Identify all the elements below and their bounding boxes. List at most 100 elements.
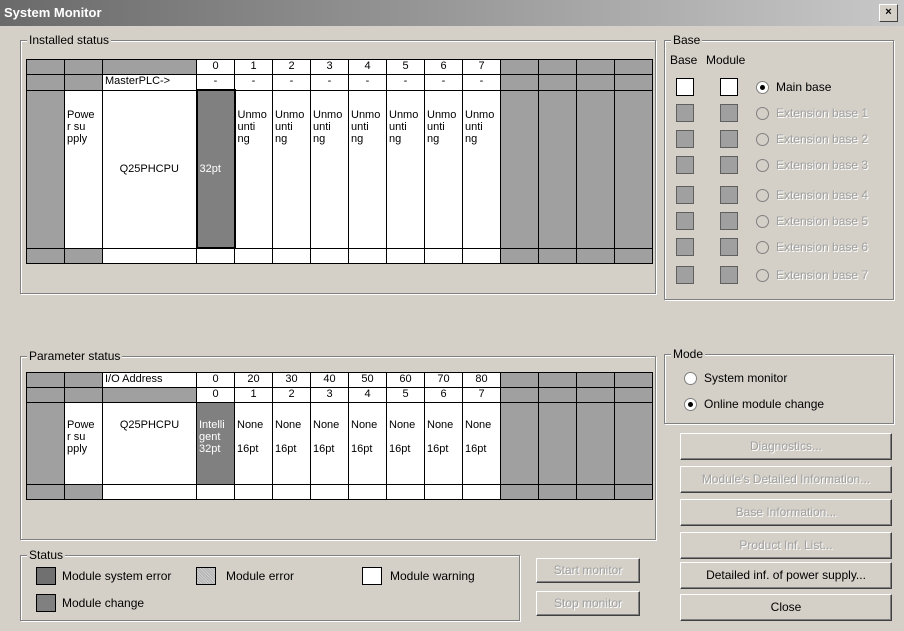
extension-base-2-radio[interactable] bbox=[756, 133, 769, 146]
mode-label: Mode bbox=[671, 347, 706, 361]
extension-base-4-radio[interactable] bbox=[756, 189, 769, 202]
base-indicator bbox=[676, 186, 694, 204]
slot-cell[interactable]: Unmo unti ng bbox=[386, 89, 425, 249]
module-detailed-information-button[interactable]: Module's Detailed Information... bbox=[680, 466, 892, 493]
extension-base-3-label: Extension base 3 bbox=[776, 158, 869, 172]
master-value: - bbox=[272, 74, 311, 91]
slot-header: 5 bbox=[386, 59, 425, 75]
extension-base-4-label: Extension base 4 bbox=[776, 188, 869, 202]
slot-cell[interactable]: Unmo unti ng bbox=[348, 89, 387, 249]
master-value: - bbox=[234, 74, 273, 91]
slot-points: 16pt bbox=[351, 443, 373, 455]
online-module-change-radio[interactable] bbox=[684, 398, 697, 411]
extension-base-1-radio[interactable] bbox=[756, 107, 769, 120]
base-indicator bbox=[676, 238, 694, 256]
module-system-error-swatch bbox=[36, 567, 56, 585]
module-change-label: Module change bbox=[62, 596, 145, 610]
close-icon[interactable]: × bbox=[879, 4, 898, 22]
module-system-error-label: Module system error bbox=[62, 569, 172, 583]
slot-type: None bbox=[275, 419, 302, 431]
module-indicator bbox=[720, 266, 738, 284]
io-address-value: 50 bbox=[348, 372, 387, 388]
main-base-radio[interactable] bbox=[756, 81, 769, 94]
base-information-button[interactable]: Base Information... bbox=[680, 499, 892, 526]
power-supply-cell[interactable]: Powe r su pply bbox=[64, 89, 103, 249]
slot-0-cell[interactable]: Intelli gent 32pt bbox=[196, 402, 235, 485]
slot-cell[interactable]: Unmo unti ng bbox=[424, 89, 463, 249]
status-group: Status bbox=[20, 548, 520, 621]
slot-cell[interactable]: None 16pt bbox=[424, 402, 463, 485]
close-button[interactable]: Close bbox=[680, 594, 892, 621]
diagnostics-button[interactable]: Diagnostics... bbox=[680, 433, 892, 460]
module-indicator bbox=[720, 238, 738, 256]
master-value: - bbox=[424, 74, 463, 91]
slot-cell[interactable]: Unmo unti ng bbox=[310, 89, 349, 249]
cpu-cell[interactable]: Q25PHCPU bbox=[102, 402, 197, 485]
slot-cell[interactable]: None 16pt bbox=[234, 402, 273, 485]
module-indicator bbox=[720, 186, 738, 204]
slot-header: 0 bbox=[196, 59, 235, 75]
extension-base-5-radio[interactable] bbox=[756, 215, 769, 228]
product-inf-list-button[interactable]: Product Inf. List... bbox=[680, 532, 892, 559]
slot-number: 2 bbox=[272, 387, 311, 403]
module-error-label: Module error bbox=[226, 569, 295, 583]
stop-monitor-button[interactable]: Stop monitor bbox=[536, 591, 640, 616]
installed-status-label: Installed status bbox=[27, 33, 112, 47]
io-address-label: I/O Address bbox=[102, 372, 197, 388]
slot-header: 4 bbox=[348, 59, 387, 75]
module-change-swatch bbox=[36, 594, 56, 612]
installed-status-table: 0 1 2 3 4 5 6 7 MasterPLC-> - - - - - - … bbox=[26, 59, 653, 264]
start-monitor-button[interactable]: Start monitor bbox=[536, 558, 640, 583]
slot-number: 6 bbox=[424, 387, 463, 403]
extension-base-3-radio[interactable] bbox=[756, 159, 769, 172]
master-value: - bbox=[348, 74, 387, 91]
module-indicator bbox=[720, 104, 738, 122]
parameter-status-table: I/O Address 0 20 30 40 50 60 70 80 0 1 2… bbox=[26, 372, 653, 500]
slot-0-cell[interactable]: 32pt bbox=[195, 89, 236, 249]
slot-cell[interactable]: Unmo unti ng bbox=[234, 89, 273, 249]
slot-number: 1 bbox=[234, 387, 273, 403]
slot-points: 16pt bbox=[313, 443, 335, 455]
master-plc-label: MasterPLC-> bbox=[102, 74, 197, 91]
power-supply-cell[interactable]: Powe r su pply bbox=[64, 402, 103, 485]
slot-header: 6 bbox=[424, 59, 463, 75]
online-module-change-label: Online module change bbox=[704, 397, 825, 411]
extension-base-6-radio[interactable] bbox=[756, 241, 769, 254]
module-column-label: Module bbox=[706, 53, 746, 67]
extension-base-5-label: Extension base 5 bbox=[776, 214, 869, 228]
extension-base-2-label: Extension base 2 bbox=[776, 132, 869, 146]
slot-cell[interactable]: None 16pt bbox=[348, 402, 387, 485]
slot-cell[interactable]: Unmo unti ng bbox=[272, 89, 311, 249]
slot-cell[interactable]: None 16pt bbox=[272, 402, 311, 485]
main-base-label: Main base bbox=[776, 80, 832, 94]
master-value: - bbox=[462, 74, 501, 91]
io-address-value: 30 bbox=[272, 372, 311, 388]
io-address-value: 70 bbox=[424, 372, 463, 388]
system-monitor-label: System monitor bbox=[704, 371, 788, 385]
extension-base-7-label: Extension base 7 bbox=[776, 268, 869, 282]
slot-points: 16pt bbox=[275, 443, 297, 455]
slot-number: 4 bbox=[348, 387, 387, 403]
io-address-value: 60 bbox=[386, 372, 425, 388]
detailed-inf-power-supply-button[interactable]: Detailed inf. of power supply... bbox=[680, 562, 892, 589]
base-indicator bbox=[676, 266, 694, 284]
slot-cell[interactable]: None 16pt bbox=[462, 402, 501, 485]
status-label: Status bbox=[27, 548, 66, 562]
module-error-swatch bbox=[196, 567, 216, 585]
slot-cell[interactable]: None 16pt bbox=[310, 402, 349, 485]
io-address-value: 80 bbox=[462, 372, 501, 388]
base-indicator bbox=[676, 130, 694, 148]
slot-cell[interactable]: Unmo unti ng bbox=[462, 89, 501, 249]
cpu-cell[interactable]: Q25PHCPU bbox=[102, 89, 197, 249]
slot-cell[interactable]: None 16pt bbox=[386, 402, 425, 485]
module-indicator bbox=[720, 130, 738, 148]
extension-base-7-radio[interactable] bbox=[756, 269, 769, 282]
module-warning-label: Module warning bbox=[390, 569, 475, 583]
slot-number: 7 bbox=[462, 387, 501, 403]
base-column-label: Base bbox=[670, 53, 698, 67]
slot-header: 3 bbox=[310, 59, 349, 75]
extension-base-6-label: Extension base 6 bbox=[776, 240, 869, 254]
system-monitor-radio[interactable] bbox=[684, 372, 697, 385]
slot-points: 16pt bbox=[465, 443, 487, 455]
parameter-status-label: Parameter status bbox=[27, 349, 123, 363]
